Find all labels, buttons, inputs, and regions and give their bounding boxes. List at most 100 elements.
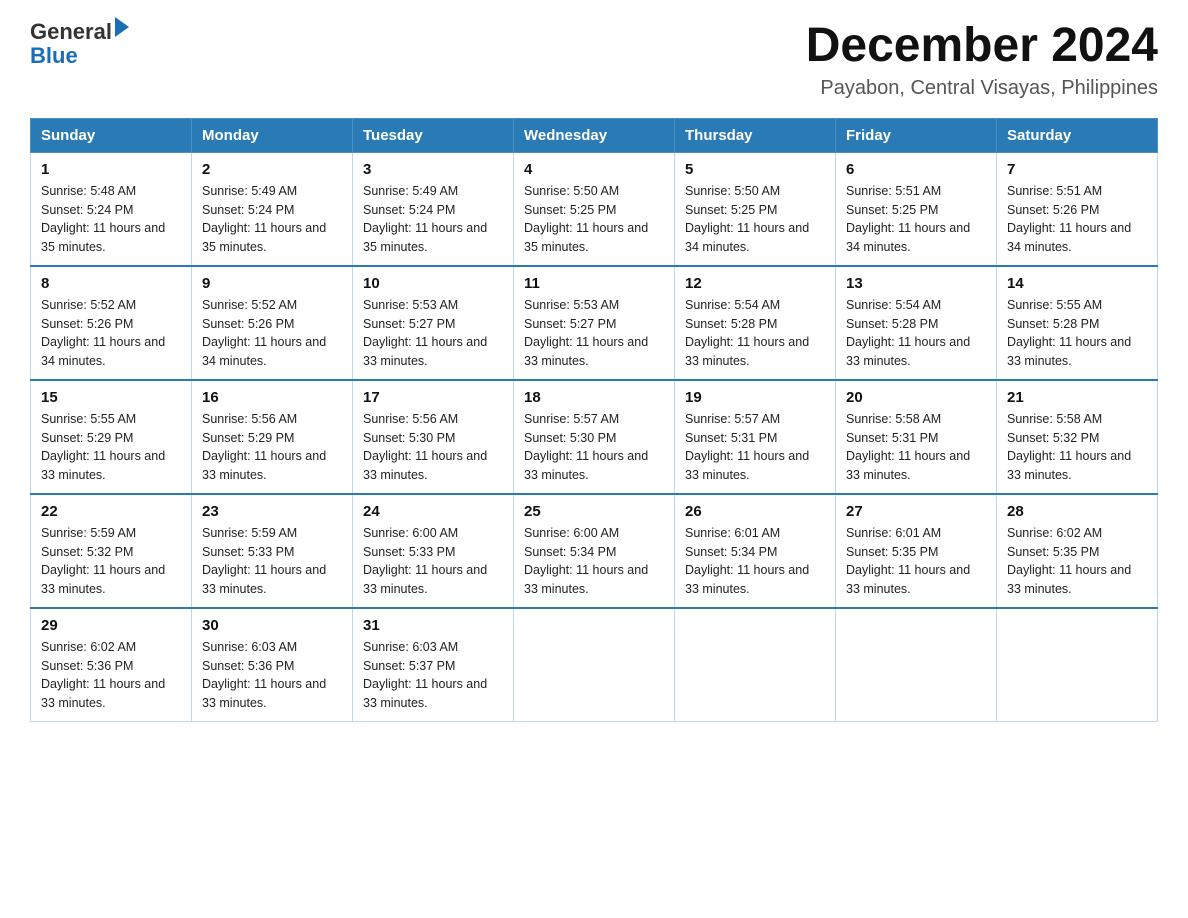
calendar-cell: 30 Sunrise: 6:03 AMSunset: 5:36 PMDaylig…: [192, 608, 353, 722]
calendar-cell: 12 Sunrise: 5:54 AMSunset: 5:28 PMDaylig…: [675, 266, 836, 380]
calendar-cell: 27 Sunrise: 6:01 AMSunset: 5:35 PMDaylig…: [836, 494, 997, 608]
calendar-cell: 16 Sunrise: 5:56 AMSunset: 5:29 PMDaylig…: [192, 380, 353, 494]
day-header-sunday: Sunday: [31, 118, 192, 152]
calendar-week-row: 1 Sunrise: 5:48 AMSunset: 5:24 PMDayligh…: [31, 152, 1158, 266]
calendar-cell: 1 Sunrise: 5:48 AMSunset: 5:24 PMDayligh…: [31, 152, 192, 266]
day-number: 11: [524, 275, 664, 292]
day-info: Sunrise: 6:02 AMSunset: 5:36 PMDaylight:…: [41, 638, 181, 713]
day-number: 16: [202, 389, 342, 406]
day-number: 13: [846, 275, 986, 292]
day-info: Sunrise: 5:58 AMSunset: 5:32 PMDaylight:…: [1007, 410, 1147, 485]
calendar-cell: 26 Sunrise: 6:01 AMSunset: 5:34 PMDaylig…: [675, 494, 836, 608]
calendar-cell: 22 Sunrise: 5:59 AMSunset: 5:32 PMDaylig…: [31, 494, 192, 608]
day-number: 5: [685, 161, 825, 178]
calendar-cell: 6 Sunrise: 5:51 AMSunset: 5:25 PMDayligh…: [836, 152, 997, 266]
day-number: 10: [363, 275, 503, 292]
calendar-title: December 2024: [806, 20, 1158, 73]
day-info: Sunrise: 6:02 AMSunset: 5:35 PMDaylight:…: [1007, 524, 1147, 599]
day-info: Sunrise: 6:00 AMSunset: 5:34 PMDaylight:…: [524, 524, 664, 599]
calendar-cell: 13 Sunrise: 5:54 AMSunset: 5:28 PMDaylig…: [836, 266, 997, 380]
calendar-cell: 28 Sunrise: 6:02 AMSunset: 5:35 PMDaylig…: [997, 494, 1158, 608]
day-number: 29: [41, 617, 181, 634]
calendar-cell: 3 Sunrise: 5:49 AMSunset: 5:24 PMDayligh…: [353, 152, 514, 266]
day-info: Sunrise: 6:03 AMSunset: 5:37 PMDaylight:…: [363, 638, 503, 713]
day-number: 1: [41, 161, 181, 178]
day-info: Sunrise: 5:56 AMSunset: 5:30 PMDaylight:…: [363, 410, 503, 485]
calendar-cell: 4 Sunrise: 5:50 AMSunset: 5:25 PMDayligh…: [514, 152, 675, 266]
day-number: 25: [524, 503, 664, 520]
calendar-table: SundayMondayTuesdayWednesdayThursdayFrid…: [30, 118, 1158, 722]
day-number: 18: [524, 389, 664, 406]
calendar-cell: 31 Sunrise: 6:03 AMSunset: 5:37 PMDaylig…: [353, 608, 514, 722]
day-number: 28: [1007, 503, 1147, 520]
logo-general-text: General: [30, 20, 112, 44]
calendar-cell: 17 Sunrise: 5:56 AMSunset: 5:30 PMDaylig…: [353, 380, 514, 494]
calendar-week-row: 15 Sunrise: 5:55 AMSunset: 5:29 PMDaylig…: [31, 380, 1158, 494]
day-info: Sunrise: 5:55 AMSunset: 5:28 PMDaylight:…: [1007, 296, 1147, 371]
day-number: 24: [363, 503, 503, 520]
day-info: Sunrise: 5:51 AMSunset: 5:26 PMDaylight:…: [1007, 182, 1147, 257]
day-info: Sunrise: 5:53 AMSunset: 5:27 PMDaylight:…: [363, 296, 503, 371]
day-number: 4: [524, 161, 664, 178]
day-number: 6: [846, 161, 986, 178]
calendar-cell: 11 Sunrise: 5:53 AMSunset: 5:27 PMDaylig…: [514, 266, 675, 380]
day-number: 15: [41, 389, 181, 406]
calendar-cell: 20 Sunrise: 5:58 AMSunset: 5:31 PMDaylig…: [836, 380, 997, 494]
day-header-friday: Friday: [836, 118, 997, 152]
day-info: Sunrise: 5:53 AMSunset: 5:27 PMDaylight:…: [524, 296, 664, 371]
day-info: Sunrise: 6:03 AMSunset: 5:36 PMDaylight:…: [202, 638, 342, 713]
calendar-cell: [997, 608, 1158, 722]
day-number: 17: [363, 389, 503, 406]
calendar-cell: 10 Sunrise: 5:53 AMSunset: 5:27 PMDaylig…: [353, 266, 514, 380]
day-info: Sunrise: 6:00 AMSunset: 5:33 PMDaylight:…: [363, 524, 503, 599]
day-info: Sunrise: 5:57 AMSunset: 5:31 PMDaylight:…: [685, 410, 825, 485]
calendar-body: 1 Sunrise: 5:48 AMSunset: 5:24 PMDayligh…: [31, 152, 1158, 721]
calendar-cell: 7 Sunrise: 5:51 AMSunset: 5:26 PMDayligh…: [997, 152, 1158, 266]
day-info: Sunrise: 5:57 AMSunset: 5:30 PMDaylight:…: [524, 410, 664, 485]
day-number: 2: [202, 161, 342, 178]
day-number: 23: [202, 503, 342, 520]
day-info: Sunrise: 5:59 AMSunset: 5:32 PMDaylight:…: [41, 524, 181, 599]
calendar-cell: 21 Sunrise: 5:58 AMSunset: 5:32 PMDaylig…: [997, 380, 1158, 494]
day-info: Sunrise: 5:54 AMSunset: 5:28 PMDaylight:…: [846, 296, 986, 371]
day-number: 31: [363, 617, 503, 634]
calendar-cell: 2 Sunrise: 5:49 AMSunset: 5:24 PMDayligh…: [192, 152, 353, 266]
day-info: Sunrise: 5:54 AMSunset: 5:28 PMDaylight:…: [685, 296, 825, 371]
day-number: 8: [41, 275, 181, 292]
day-info: Sunrise: 5:52 AMSunset: 5:26 PMDaylight:…: [41, 296, 181, 371]
day-header-tuesday: Tuesday: [353, 118, 514, 152]
calendar-cell: 19 Sunrise: 5:57 AMSunset: 5:31 PMDaylig…: [675, 380, 836, 494]
calendar-cell: 15 Sunrise: 5:55 AMSunset: 5:29 PMDaylig…: [31, 380, 192, 494]
day-info: Sunrise: 5:49 AMSunset: 5:24 PMDaylight:…: [363, 182, 503, 257]
day-number: 22: [41, 503, 181, 520]
day-info: Sunrise: 6:01 AMSunset: 5:35 PMDaylight:…: [846, 524, 986, 599]
day-number: 26: [685, 503, 825, 520]
calendar-subtitle: Payabon, Central Visayas, Philippines: [806, 77, 1158, 100]
day-header-wednesday: Wednesday: [514, 118, 675, 152]
day-info: Sunrise: 5:49 AMSunset: 5:24 PMDaylight:…: [202, 182, 342, 257]
day-info: Sunrise: 5:56 AMSunset: 5:29 PMDaylight:…: [202, 410, 342, 485]
day-info: Sunrise: 5:55 AMSunset: 5:29 PMDaylight:…: [41, 410, 181, 485]
day-header-thursday: Thursday: [675, 118, 836, 152]
day-header-monday: Monday: [192, 118, 353, 152]
day-info: Sunrise: 5:58 AMSunset: 5:31 PMDaylight:…: [846, 410, 986, 485]
logo-blue-text: Blue: [30, 44, 129, 68]
calendar-cell: 9 Sunrise: 5:52 AMSunset: 5:26 PMDayligh…: [192, 266, 353, 380]
day-info: Sunrise: 5:50 AMSunset: 5:25 PMDaylight:…: [685, 182, 825, 257]
calendar-cell: [836, 608, 997, 722]
calendar-cell: 24 Sunrise: 6:00 AMSunset: 5:33 PMDaylig…: [353, 494, 514, 608]
day-header-saturday: Saturday: [997, 118, 1158, 152]
day-info: Sunrise: 6:01 AMSunset: 5:34 PMDaylight:…: [685, 524, 825, 599]
calendar-cell: 29 Sunrise: 6:02 AMSunset: 5:36 PMDaylig…: [31, 608, 192, 722]
calendar-cell: 5 Sunrise: 5:50 AMSunset: 5:25 PMDayligh…: [675, 152, 836, 266]
day-number: 19: [685, 389, 825, 406]
calendar-week-row: 8 Sunrise: 5:52 AMSunset: 5:26 PMDayligh…: [31, 266, 1158, 380]
day-info: Sunrise: 5:51 AMSunset: 5:25 PMDaylight:…: [846, 182, 986, 257]
day-info: Sunrise: 5:48 AMSunset: 5:24 PMDaylight:…: [41, 182, 181, 257]
day-number: 12: [685, 275, 825, 292]
page-header: General Blue December 2024 Payabon, Cent…: [30, 20, 1158, 100]
day-number: 7: [1007, 161, 1147, 178]
calendar-cell: 8 Sunrise: 5:52 AMSunset: 5:26 PMDayligh…: [31, 266, 192, 380]
title-block: December 2024 Payabon, Central Visayas, …: [806, 20, 1158, 100]
day-info: Sunrise: 5:50 AMSunset: 5:25 PMDaylight:…: [524, 182, 664, 257]
